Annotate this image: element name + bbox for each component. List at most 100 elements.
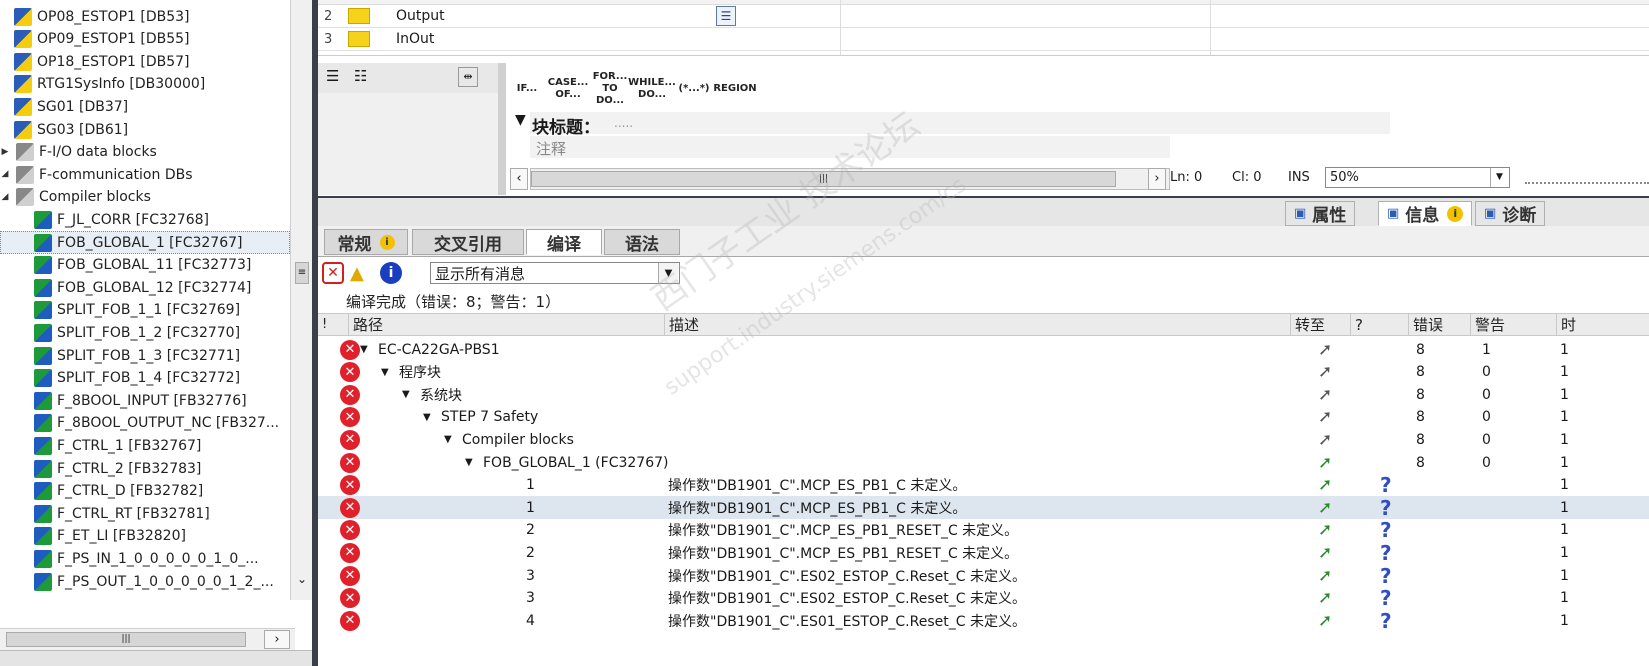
zoom-slider[interactable] — [1525, 172, 1649, 184]
tree-item[interactable]: FOB_GLOBAL_11 [FC32773] — [0, 254, 290, 277]
tree-item[interactable]: F_CTRL_2 [FB32783] — [0, 457, 290, 480]
block-title-value[interactable]: ..... — [614, 116, 633, 130]
message-row[interactable]: ✕ ▼ EC-CA22GA-PBS1 ➚ 8 1 1 — [318, 338, 1649, 361]
goto-arrow-icon[interactable]: ➚ — [1318, 543, 1332, 563]
keyword-button[interactable]: (*...*) — [674, 70, 714, 108]
scroll-left-icon[interactable]: ‹ — [510, 168, 528, 190]
help-icon[interactable]: ? — [1380, 473, 1392, 497]
help-icon[interactable]: ? — [1380, 518, 1392, 542]
message-row[interactable]: ✕ 1 操作数"DB1901_C".MCP_ES_PB1_C 未定义。 ➚? 1 — [318, 473, 1649, 497]
goto-arrow-icon[interactable]: ➚ — [1318, 453, 1332, 473]
goto-arrow-icon[interactable]: ➚ — [1318, 362, 1332, 382]
collapse-icon[interactable]: ▼ — [515, 112, 526, 128]
goto-arrow-icon[interactable]: ➚ — [1318, 611, 1332, 631]
message-row[interactable]: ✕ ▼ STEP 7 Safety ➚ 8 0 1 — [318, 406, 1649, 429]
goto-arrow-icon[interactable]: ➚ — [1318, 385, 1332, 405]
chevron-down-icon[interactable]: ▼ — [444, 434, 452, 445]
tree-item[interactable]: ▶ F-I/O data blocks — [0, 141, 290, 164]
info-filter-icon[interactable]: i — [380, 262, 402, 284]
fit-width-icon[interactable]: ⇹ — [458, 67, 478, 87]
keyword-button[interactable]: REGION — [713, 70, 756, 108]
help-icon[interactable]: ? — [1380, 586, 1392, 610]
tree-item[interactable]: SG03 [DB61] — [0, 118, 290, 141]
message-filter-select[interactable]: 显示所有消息 — [430, 262, 680, 284]
tree-item[interactable]: SPLIT_FOB_1_3 [FC32771] — [0, 344, 290, 367]
message-row[interactable]: ✕ ▼ 程序块 ➚ 8 0 1 — [318, 361, 1649, 384]
inspector-tab[interactable]: ▣ 诊断 — [1475, 201, 1546, 226]
message-row[interactable]: ✕ ▼ FOB_GLOBAL_1 (FC32767) ➚ 8 0 1 — [318, 451, 1649, 474]
keyword-button[interactable]: CASE... OF... — [548, 70, 589, 108]
column-header[interactable]: 时 — [1556, 313, 1649, 336]
tree-item[interactable]: F_8BOOL_OUTPUT_NC [FB327... — [0, 412, 290, 435]
column-header[interactable]: 转至 — [1290, 313, 1350, 336]
warning-filter-icon[interactable]: ▲ — [350, 263, 364, 284]
help-icon[interactable]: ? — [1380, 541, 1392, 565]
goto-arrow-icon[interactable]: ➚ — [1318, 498, 1332, 518]
column-header[interactable]: 路径 — [348, 313, 664, 336]
tree-item[interactable]: F_CTRL_RT [FB32781] — [0, 502, 290, 525]
tree-horizontal-scrollbar[interactable]: ||| › — [0, 628, 295, 650]
tree-item[interactable]: F_PS_IN_1_0_0_0_0_0_1_0_... — [0, 547, 290, 570]
hscroll-thumb[interactable]: ||| — [6, 632, 246, 647]
chevron-down-icon[interactable]: ◢ — [0, 169, 10, 179]
subtab[interactable]: 语法 — [604, 229, 680, 255]
keyword-button[interactable]: WHILE... DO... — [628, 70, 676, 108]
interface-row[interactable]: 3 InOut — [318, 28, 1649, 51]
tree-item[interactable]: SPLIT_FOB_1_4 [FC32772] — [0, 367, 290, 390]
goto-arrow-icon[interactable]: ➚ — [1318, 520, 1332, 540]
chevron-down-icon[interactable]: ▼ — [360, 344, 368, 355]
goto-arrow-icon[interactable]: ➚ — [1318, 566, 1332, 586]
scroll-right-icon[interactable]: › — [264, 630, 290, 649]
tree-item[interactable]: FOB_GLOBAL_12 [FC32774] — [0, 276, 290, 299]
message-row[interactable]: ✕ 2 操作数"DB1901_C".MCP_ES_PB1_RESET_C 未定义。 ➚… — [318, 518, 1649, 542]
tree-item[interactable]: OP18_ESTOP1 [DB57] — [0, 50, 290, 73]
goto-arrow-icon[interactable]: ➚ — [1318, 475, 1332, 495]
message-row[interactable]: ✕ ▼ Compiler blocks ➚ 8 0 1 — [318, 428, 1649, 451]
tree-item[interactable]: F_8BOOL_INPUT [FB32776] — [0, 389, 290, 412]
message-row[interactable]: ✕ 1 操作数"DB1901_C".MCP_ES_PB1_C 未定义。 ➚? 1 — [318, 496, 1649, 520]
interface-row[interactable]: 2 Output — [318, 5, 1649, 28]
tree-item[interactable]: F_ET_LI [FB32820] — [0, 525, 290, 548]
message-row[interactable]: ✕ 4 操作数"DB1901_C".ES01_ESTOP_C.Reset_C 未定义… — [318, 609, 1649, 633]
tree-item[interactable]: ◢ Compiler blocks — [0, 186, 290, 209]
column-header[interactable]: 警告 — [1470, 313, 1556, 336]
tree-item[interactable]: F_CTRL_D [FB32782] — [0, 480, 290, 503]
chevron-down-icon[interactable]: ▼ — [1490, 168, 1508, 187]
tree-item[interactable]: F_JL_CORR [FC32768] — [0, 208, 290, 231]
column-header[interactable]: 错误 — [1408, 313, 1470, 336]
goto-arrow-icon[interactable]: ➚ — [1318, 430, 1332, 450]
outdent-icon[interactable]: ☷ — [354, 67, 367, 85]
column-header[interactable]: 描述 — [664, 313, 1290, 336]
tree-item[interactable]: F_CTRL_1 [FB32767] — [0, 434, 290, 457]
keyword-button[interactable]: FOR... TO DO... — [590, 70, 630, 108]
message-row[interactable]: ✕ ▼ 系统块 ➚ 8 0 1 — [318, 383, 1649, 406]
column-header[interactable]: ? — [1350, 313, 1408, 336]
subtab[interactable]: 常规 i — [324, 229, 408, 255]
help-icon[interactable]: ? — [1380, 609, 1392, 633]
help-icon[interactable]: ? — [1380, 496, 1392, 520]
tree-item[interactable]: SPLIT_FOB_1_2 [FC32770] — [0, 321, 290, 344]
goto-arrow-icon[interactable]: ➚ — [1318, 407, 1332, 427]
indent-icon[interactable]: ☰ — [326, 67, 339, 85]
tree-vertical-scrollbar[interactable]: ≡ ⌄ — [290, 0, 312, 600]
subtab[interactable]: 编译 — [526, 229, 602, 255]
chevron-down-icon[interactable]: ▼ — [465, 457, 473, 468]
tree-item[interactable]: OP08_ESTOP1 [DB53] — [0, 5, 290, 28]
tree-item[interactable]: SG01 [DB37] — [0, 95, 290, 118]
keyword-button[interactable]: IF... — [508, 70, 546, 108]
message-row[interactable]: ✕ 3 操作数"DB1901_C".ES02_ESTOP_C.Reset_C 未定义… — [318, 586, 1649, 610]
message-row[interactable]: ✕ 3 操作数"DB1901_C".ES02_ESTOP_C.Reset_C 未定义… — [318, 564, 1649, 588]
chevron-down-icon[interactable]: ▼ — [402, 389, 410, 400]
help-icon[interactable]: ? — [1380, 564, 1392, 588]
editor-horizontal-scrollbar[interactable]: ||| — [530, 168, 1170, 190]
scroll-right-icon[interactable]: › — [1148, 168, 1166, 190]
subtab[interactable]: 交叉引用 — [412, 229, 524, 255]
tree-item[interactable]: RTG1SysInfo [DB30000] — [0, 73, 290, 96]
tree-item[interactable]: FOB_GLOBAL_1 [FC32767] — [0, 231, 290, 254]
chevron-down-icon[interactable]: ▼ — [381, 367, 389, 378]
list-icon[interactable]: ☰ — [716, 6, 736, 26]
message-row[interactable]: ✕ 2 操作数"DB1901_C".MCP_ES_PB1_RESET_C 未定义。 ➚… — [318, 541, 1649, 565]
column-header[interactable]: ! — [318, 313, 348, 336]
goto-arrow-icon[interactable]: ➚ — [1318, 340, 1332, 360]
block-title-bar[interactable]: 块标题： ..... — [530, 112, 1390, 138]
